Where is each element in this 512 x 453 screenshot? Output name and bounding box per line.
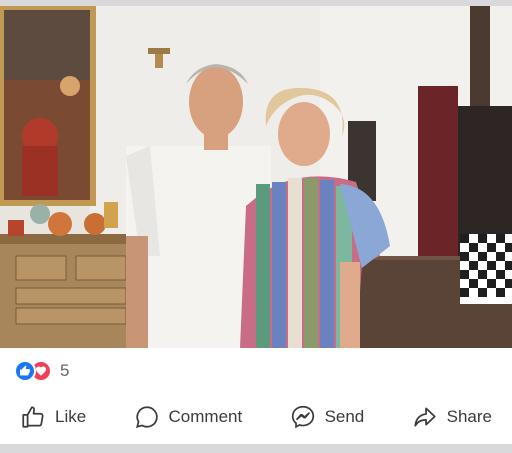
share-arrow-icon — [412, 404, 438, 430]
like-button[interactable]: Like — [20, 404, 86, 430]
comment-button[interactable]: Comment — [134, 404, 243, 430]
thumbs-up-icon — [20, 404, 46, 430]
post-action-bar: Like Comment Send Share — [0, 398, 512, 436]
bottom-divider — [0, 444, 512, 453]
post-photo[interactable] — [0, 6, 512, 348]
messenger-icon — [290, 404, 316, 430]
share-button[interactable]: Share — [412, 404, 492, 430]
share-label: Share — [446, 407, 492, 426]
send-button[interactable]: Send — [290, 404, 365, 430]
reaction-summary[interactable]: 5 — [14, 359, 69, 383]
comment-label: Comment — [168, 407, 243, 426]
send-label: Send — [324, 407, 365, 426]
like-label: Like — [55, 407, 87, 426]
comment-bubble-icon — [134, 404, 160, 430]
reaction-count: 5 — [60, 361, 70, 380]
like-icon — [14, 360, 36, 382]
